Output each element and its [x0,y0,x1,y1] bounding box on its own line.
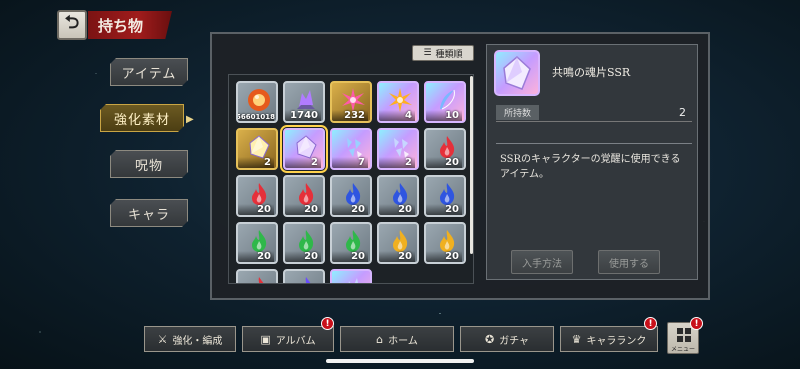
nav-label: アルバム [275,335,316,347]
inventory-item[interactable]: 20 [424,222,466,264]
inventory-item[interactable]: 20 [424,128,466,170]
inventory-item[interactable]: 7 [330,128,372,170]
selected-item-thumbnail [494,50,540,96]
inventory-item[interactable] [236,269,278,283]
item-count: 20 [238,251,274,262]
obtain-method-button[interactable]: 入手方法 [511,250,573,274]
back-button[interactable]: ⮌ [57,10,87,40]
item-grid-scrollbar[interactable] [470,76,473,254]
item-count: 20 [426,251,462,262]
item-count: 20 [332,204,368,215]
inventory-item[interactable]: 56601018 [236,81,278,123]
inventory-item[interactable]: 2 [377,128,419,170]
item-count: 2 [238,157,274,168]
menu-grid-icon [677,328,691,342]
inventory-item[interactable]: 20 [236,222,278,264]
inventory-item[interactable]: 10 [424,81,466,123]
nav-character-rank[interactable]: ♛ キャラランク [560,326,658,352]
rank-notification-badge: ! [644,317,657,330]
nav-album[interactable]: ▣ アルバム [242,326,334,352]
active-tab-arrow-icon: ▶ [186,114,194,125]
menu-notification-badge: ! [690,317,703,330]
album-notification-badge: ! [321,317,334,330]
crystal-icon [348,278,358,283]
item-count: 20 [379,204,415,215]
tab-enhance-materials[interactable]: 強化素材 [100,104,184,132]
owned-count-value: 2 [679,106,686,119]
inventory-item[interactable]: 20 [377,222,419,264]
item-count: 2 [285,157,321,168]
inventory-item[interactable]: 4 [377,81,419,123]
menu-label: メニュー [670,346,695,353]
home-indicator[interactable] [326,359,474,363]
nav-home[interactable]: ⌂ ホーム [340,326,454,352]
item-count: 2 [379,157,415,168]
use-item-button[interactable]: 使用する [598,250,660,274]
item-count: 10 [426,110,462,121]
back-arrow-icon: ⮌ [64,12,80,33]
page-title: 持ち物 [88,11,172,39]
sort-label: 種類順 [435,49,463,60]
item-count: 1740 [285,110,321,121]
detail-divider [496,143,692,144]
inventory-item[interactable]: 1740 [283,81,325,123]
album-icon: ▣ [260,332,271,346]
inventory-item[interactable]: 232 [330,81,372,123]
nav-label: 強化・編成 [172,335,223,347]
gacha-icon: ✪ [484,332,495,346]
inventory-item[interactable] [330,269,372,283]
selected-item-name: 共鳴の魂片SSR [552,66,631,79]
nav-label: ホーム [388,335,418,347]
item-count: 20 [332,251,368,262]
sort-icon: ☰ [423,48,432,58]
item-description: SSRのキャラクターの覚醒に使用できるアイテム。 [500,154,681,180]
inventory-item[interactable]: 2 [280,125,328,173]
inventory-item[interactable]: 20 [377,175,419,217]
nav-gacha[interactable]: ✪ ガチャ [460,326,554,352]
tab-characters[interactable]: キャラ [110,199,188,227]
inventory-item[interactable]: 20 [424,175,466,217]
tab-items[interactable]: アイテム [110,58,188,86]
item-count: 4 [379,110,415,121]
orb-icon [248,89,270,111]
nav-enhance-formation[interactable]: ⚔ 強化・編成 [144,326,236,352]
owned-count-row: 所持数 2 [496,104,692,122]
party-icon: ⚔ [157,332,168,346]
inventory-item[interactable]: 2 [236,128,278,170]
owned-count-label: 所持数 [496,105,540,120]
item-count: 20 [238,204,274,215]
item-count: 232 [332,110,368,121]
home-icon: ⌂ [376,332,384,346]
item-count: 20 [379,251,415,262]
nav-label: キャラランク [586,335,647,347]
rank-icon: ♛ [571,332,582,346]
flame-icon [256,277,264,283]
item-count: 20 [426,157,462,168]
nav-label: ガチャ [499,335,530,347]
inventory-item[interactable]: 20 [283,175,325,217]
inventory-item[interactable]: 20 [330,175,372,217]
item-grid: 56601018 1740 232 4 10 2 2 7 2 20 20 20 20 20 20 20 20 20… [228,74,474,284]
item-count: 20 [285,204,321,215]
item-count: 20 [285,251,321,262]
item-count: 56601018 [236,113,275,121]
inventory-item[interactable]: 20 [330,222,372,264]
item-count: 7 [332,157,368,168]
item-count: 20 [426,204,462,215]
flame-icon [303,277,311,283]
tab-cursed-objects[interactable]: 呪物 [110,150,188,178]
inventory-item[interactable] [283,269,325,283]
inventory-item[interactable]: 20 [236,175,278,217]
sort-button[interactable]: ☰ 種類順 [412,45,474,61]
inventory-item[interactable]: 20 [283,222,325,264]
